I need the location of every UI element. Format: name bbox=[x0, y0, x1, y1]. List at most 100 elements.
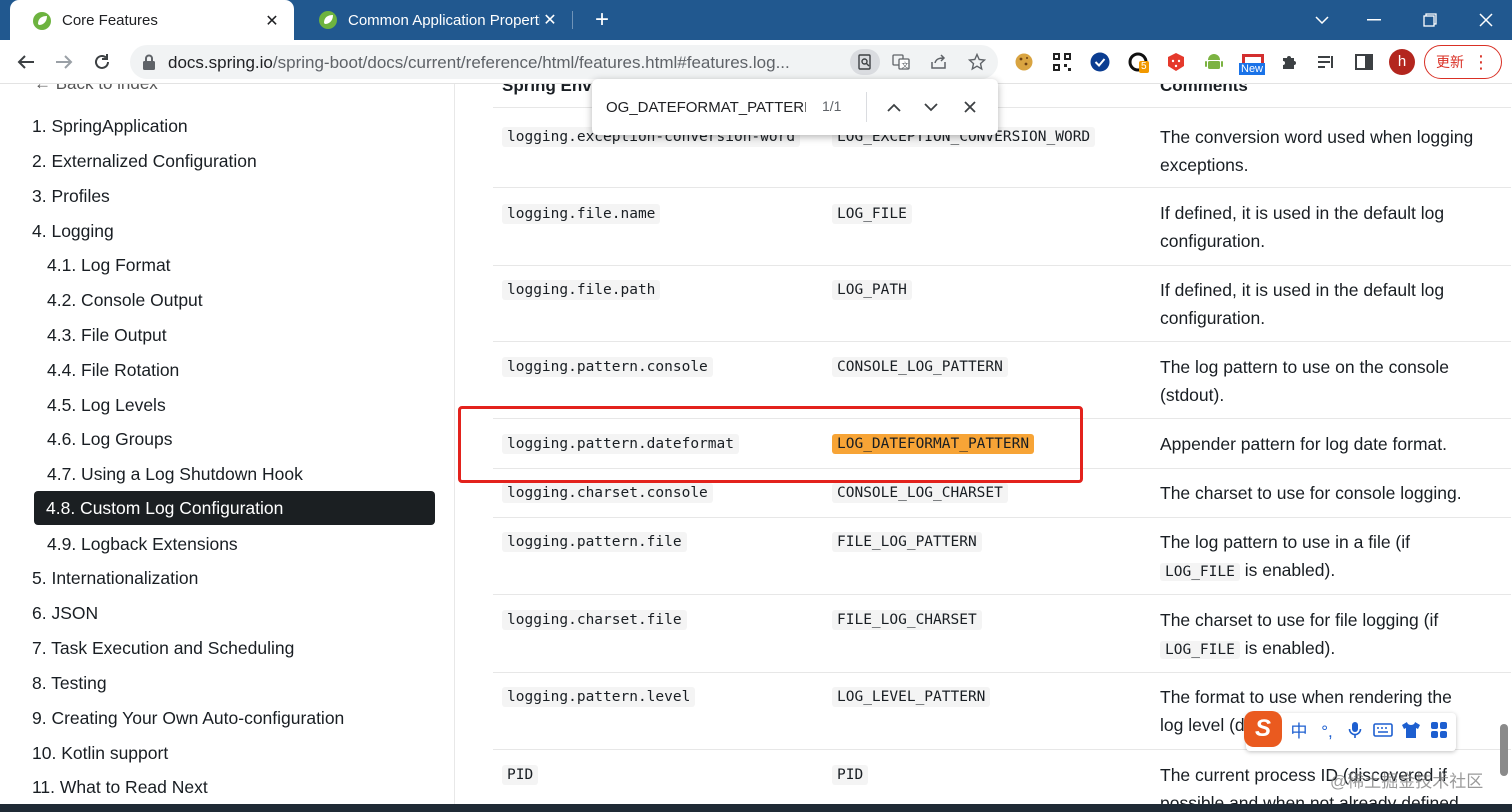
description-cell: The charset to use for file logging (if … bbox=[1160, 606, 1480, 664]
address-bar[interactable]: docs.spring.io/spring-boot/docs/current/… bbox=[130, 45, 998, 79]
toc-subitem[interactable]: 4.9. Logback Extensions bbox=[47, 527, 238, 561]
toc-item[interactable]: 1. SpringApplication bbox=[32, 109, 188, 143]
toc-item[interactable]: 2. Externalized Configuration bbox=[32, 144, 257, 178]
inline-code: LOG_FILE bbox=[1160, 563, 1240, 581]
close-tab-icon[interactable]: ✕ bbox=[262, 11, 282, 31]
cookie-extension-icon[interactable] bbox=[1013, 51, 1035, 73]
property-code: logging.charset.console bbox=[502, 483, 713, 503]
table-divider bbox=[493, 594, 1511, 595]
lock-icon[interactable] bbox=[142, 54, 156, 70]
next-match-icon[interactable] bbox=[917, 93, 945, 121]
close-tab-icon[interactable]: ✕ bbox=[540, 10, 560, 30]
restore-icon[interactable] bbox=[1402, 0, 1458, 40]
share-icon[interactable] bbox=[926, 49, 952, 75]
toc-subitem[interactable]: 4.6. Log Groups bbox=[47, 422, 173, 456]
new-badge: New bbox=[1239, 63, 1266, 75]
spring-leaf-icon bbox=[319, 11, 337, 29]
property-code: logging.charset.file bbox=[502, 610, 687, 630]
toc-item[interactable]: 11. What to Read Next bbox=[32, 770, 208, 804]
find-match-count: 1/1 bbox=[822, 98, 842, 114]
puzzle-extensions-icon[interactable] bbox=[1279, 51, 1301, 73]
tab-divider bbox=[572, 11, 573, 29]
url-text[interactable]: docs.spring.io/spring-boot/docs/current/… bbox=[168, 53, 842, 73]
find-input[interactable] bbox=[606, 94, 806, 120]
toc-subitem[interactable]: 4.2. Console Output bbox=[47, 283, 203, 317]
system-property-code: FILE_LOG_CHARSET bbox=[832, 610, 982, 630]
new-extension-icon[interactable]: New bbox=[1238, 51, 1268, 75]
tab-common-application-properties[interactable]: Common Application Properties ✕ bbox=[296, 0, 572, 40]
keyboard-icon[interactable] bbox=[1372, 721, 1394, 743]
toc-item[interactable]: 8. Testing bbox=[32, 666, 107, 700]
toc-item[interactable]: 9. Creating Your Own Auto-configuration bbox=[32, 701, 344, 735]
toc-subitem[interactable]: 4.4. File Rotation bbox=[47, 353, 179, 387]
table-divider bbox=[493, 517, 1511, 518]
description-cell: The log pattern to use on the console (s… bbox=[1160, 357, 1449, 405]
tab-title: Common Application Properties bbox=[348, 11, 540, 29]
toc-subitem[interactable]: 4.3. File Output bbox=[47, 318, 167, 352]
skin-shirt-icon[interactable] bbox=[1400, 721, 1422, 743]
system-property-code: CONSOLE_LOG_CHARSET bbox=[832, 483, 1008, 503]
toolbox-grid-icon[interactable] bbox=[1428, 721, 1450, 743]
forward-arrow-icon[interactable] bbox=[50, 48, 78, 76]
profile-avatar[interactable]: h bbox=[1389, 49, 1415, 75]
reload-icon[interactable] bbox=[88, 48, 116, 76]
inline-code: LOG_FILE bbox=[1160, 641, 1240, 659]
url-path: /spring-boot/docs/current/reference/html… bbox=[272, 53, 790, 72]
reading-list-icon[interactable] bbox=[1315, 51, 1337, 73]
toc-item[interactable]: 7. Task Execution and Scheduling bbox=[32, 631, 294, 665]
watermark-text: @稀土掘金技术社区 bbox=[1330, 772, 1484, 791]
sogou-logo-icon[interactable]: S bbox=[1244, 711, 1282, 747]
toc-subitem[interactable]: 4.7. Using a Log Shutdown Hook bbox=[47, 457, 303, 491]
red-annotation-box bbox=[458, 406, 1083, 483]
ime-language-toggle[interactable]: 中 bbox=[1288, 721, 1310, 743]
toc-item[interactable]: 5. Internationalization bbox=[32, 561, 198, 595]
system-property-code: LOG_LEVEL_PATTERN bbox=[832, 687, 991, 707]
scrollbar-thumb[interactable] bbox=[1500, 724, 1508, 776]
back-arrow-icon[interactable] bbox=[12, 48, 40, 76]
ime-punctuation-toggle[interactable]: °, bbox=[1316, 721, 1338, 743]
toc-item[interactable]: 6. JSON bbox=[32, 596, 98, 630]
description-text: is enabled). bbox=[1244, 560, 1336, 580]
new-tab-button[interactable]: + bbox=[588, 6, 616, 34]
c-extension-icon[interactable]: 5 bbox=[1127, 51, 1149, 73]
description-cell: Appender pattern for log date format. bbox=[1160, 434, 1447, 454]
property-code: PID bbox=[502, 765, 539, 785]
translate-icon[interactable]: 文 bbox=[888, 49, 914, 75]
system-property-code: LOG_PATH bbox=[832, 280, 912, 300]
toc-subitem-active[interactable]: 4.8. Custom Log Configuration bbox=[34, 491, 435, 525]
system-property-code: PID bbox=[832, 765, 869, 785]
find-divider bbox=[866, 92, 867, 122]
close-find-icon[interactable] bbox=[956, 93, 984, 121]
bookmark-star-icon[interactable] bbox=[964, 49, 990, 75]
property-code: logging.pattern.console bbox=[502, 357, 713, 377]
main-content: Spring Env Comments logging.exception-co… bbox=[456, 84, 1512, 804]
android-extension-icon[interactable] bbox=[1203, 51, 1225, 73]
tab-search-chevron-icon[interactable] bbox=[1294, 0, 1350, 40]
property-code: logging.file.name bbox=[502, 204, 661, 224]
minimize-icon[interactable] bbox=[1346, 0, 1402, 40]
check-extension-icon[interactable] bbox=[1089, 51, 1111, 73]
find-in-page-bar: 1/1 bbox=[592, 79, 998, 135]
close-window-icon[interactable] bbox=[1458, 0, 1512, 40]
description-cell: The log pattern to use in a file (if LOG… bbox=[1160, 528, 1480, 586]
tab-strip: Core Features ✕ Common Application Prope… bbox=[0, 0, 1512, 41]
toc-subitem[interactable]: 4.5. Log Levels bbox=[47, 388, 166, 422]
toc-item[interactable]: 3. Profiles bbox=[32, 179, 110, 213]
previous-match-icon[interactable] bbox=[880, 93, 908, 121]
column-header-spring-env: Spring Env bbox=[502, 84, 592, 95]
find-in-page-icon[interactable] bbox=[850, 49, 880, 75]
table-divider bbox=[493, 341, 1511, 342]
toc-subitem[interactable]: 4.1. Log Format bbox=[47, 248, 171, 282]
description-text: The log pattern to use in a file (if bbox=[1160, 532, 1410, 552]
microphone-icon[interactable] bbox=[1344, 721, 1366, 743]
system-property-code: LOG_FILE bbox=[832, 204, 912, 224]
qr-code-extension-icon[interactable] bbox=[1051, 51, 1073, 73]
toc-item[interactable]: 4. Logging bbox=[32, 214, 114, 248]
tab-core-features[interactable]: Core Features ✕ bbox=[10, 0, 294, 41]
dice-extension-icon[interactable] bbox=[1165, 51, 1187, 73]
side-panel-icon[interactable] bbox=[1353, 51, 1375, 73]
property-code: logging.pattern.file bbox=[502, 532, 687, 552]
toc-item[interactable]: 10. Kotlin support bbox=[32, 736, 168, 770]
update-button[interactable]: 更新 ⋮ bbox=[1424, 45, 1502, 79]
back-to-index-link[interactable]: ← Back to index bbox=[34, 84, 158, 94]
